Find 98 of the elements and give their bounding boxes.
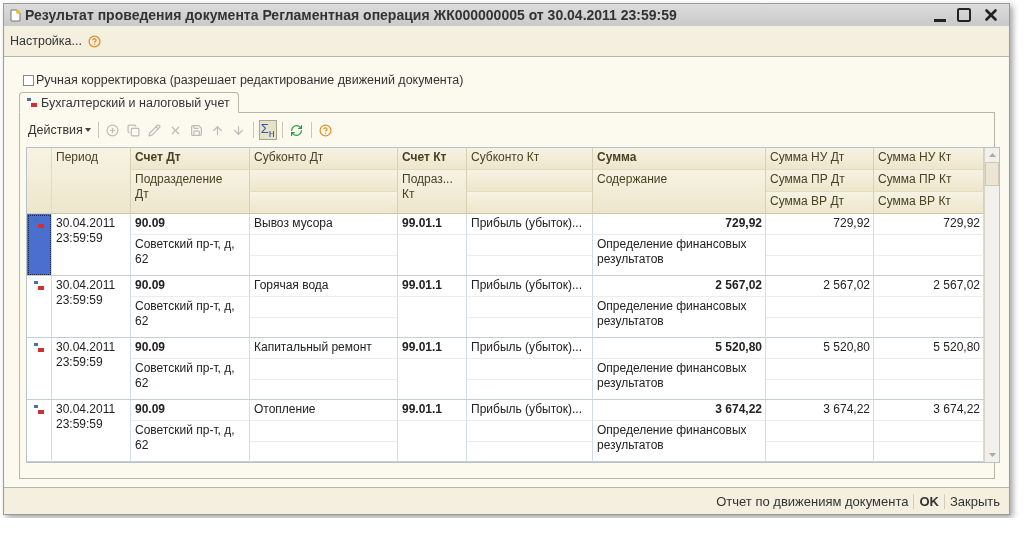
table-cell: 30.04.2011 23:59:59	[52, 276, 131, 338]
table-cell: 2 567,02	[593, 276, 766, 297]
table-cell: 3 674,22	[874, 400, 984, 421]
table-cell: Советский пр-т, д, 62	[131, 421, 250, 462]
table-cell: Определение финансовых результатов	[593, 297, 766, 338]
table-cell: Советский пр-т, д, 62	[131, 235, 250, 276]
table-cell: 2 567,02	[766, 276, 874, 297]
row-marker[interactable]	[27, 276, 52, 338]
table-cell: Определение финансовых результатов	[593, 421, 766, 462]
minimize-icon	[934, 18, 946, 22]
tab[interactable]: Бухгалтерский и налоговый учет	[19, 92, 239, 113]
table-cell: Прибыль (убыток)...	[467, 338, 593, 359]
table-cell: 90.09	[131, 400, 250, 421]
actions-menu[interactable]: Действия	[26, 123, 93, 137]
column-header: Содержание	[593, 170, 766, 214]
table-cell: 5 520,80	[766, 338, 874, 359]
window-title: Результат проведения документа Регламентная операция ЖК000000005 от 30.04.2011 23:59:59	[25, 7, 678, 23]
sum-toggle[interactable]: Σ$_{н}$	[258, 120, 277, 140]
maximize-button[interactable]	[956, 7, 972, 23]
checkbox-label: Ручная корректировка (разрешает редактирование движений документа)	[36, 73, 464, 87]
column-header: Сумма ВР Дт	[766, 192, 874, 214]
scroll-thumb[interactable]	[985, 162, 999, 186]
column-header: Сумма НУ Дт	[766, 148, 874, 170]
debit-credit-icon	[33, 218, 45, 229]
table-cell: 99.01.1	[398, 400, 467, 421]
table-cell: Капитальный ремонт	[250, 338, 398, 359]
copy-icon	[127, 123, 141, 137]
up-arrow-icon[interactable]	[988, 153, 996, 157]
footer-button[interactable]: OK	[913, 493, 944, 509]
debit-credit-icon	[33, 404, 45, 415]
checkbox[interactable]	[23, 74, 34, 86]
table-cell: Горячая вода	[250, 276, 398, 297]
footer-button[interactable]: Отчет по движениям документа	[711, 493, 914, 509]
help-icon	[319, 123, 333, 137]
table-cell: Отопление	[250, 400, 398, 421]
column-header: Подразделение Дт	[131, 170, 250, 214]
caret-icon	[84, 128, 91, 132]
help-icon[interactable]	[87, 34, 101, 48]
table-cell: Прибыль (убыток)...	[467, 400, 593, 421]
row-marker[interactable]	[27, 338, 52, 400]
table-cell: 90.09	[131, 276, 250, 297]
scrollbar[interactable]	[984, 148, 999, 462]
table-cell: 5 520,80	[874, 338, 984, 359]
refresh-icon	[290, 123, 304, 137]
table-cell: Определение финансовых результатов	[593, 235, 766, 276]
debit-credit-icon	[33, 342, 45, 353]
column-header: Сумма	[593, 148, 766, 170]
down-arrow-icon	[232, 123, 246, 137]
table-cell: Советский пр-т, д, 62	[131, 297, 250, 338]
save-icon	[190, 123, 204, 137]
table-cell: 90.09	[131, 214, 250, 235]
table-cell: 3 674,22	[766, 400, 874, 421]
table-cell: 729,92	[874, 214, 984, 235]
settings-link[interactable]: Настройка...	[10, 34, 82, 48]
column-header: Счет Дт	[131, 148, 250, 170]
close-button[interactable]	[982, 6, 1000, 24]
debit-credit-icon	[33, 280, 45, 291]
table-cell: 90.09	[131, 338, 250, 359]
table-cell: 5 520,80	[593, 338, 766, 359]
table-cell: 30.04.2011 23:59:59	[52, 400, 131, 462]
table-cell: 729,92	[593, 214, 766, 235]
table-cell: Определение финансовых результатов	[593, 359, 766, 400]
table-cell: 99.01.1	[398, 338, 467, 359]
header-corner	[27, 148, 52, 214]
table-cell: 3 674,22	[593, 400, 766, 421]
pencil-icon	[148, 123, 162, 137]
column-header: Сумма ПР Дт	[766, 170, 874, 192]
close-icon	[982, 6, 1000, 24]
table-cell: Советский пр-т, д, 62	[131, 359, 250, 400]
table-cell: 99.01.1	[398, 214, 467, 235]
empty-cell	[398, 297, 467, 338]
column-header: Сумма ПР Кт	[874, 170, 984, 192]
empty-cell	[398, 235, 467, 276]
row-marker[interactable]	[27, 400, 52, 462]
footer-button[interactable]: Закрыть	[943, 493, 1005, 509]
column-header: Сумма НУ Кт	[874, 148, 984, 170]
column-header: Сумма ВР Кт	[874, 192, 984, 214]
empty-cell	[398, 359, 467, 400]
up-arrow-icon	[211, 123, 225, 137]
row-marker[interactable]	[27, 214, 52, 276]
table-cell: 99.01.1	[398, 276, 467, 297]
column-header: Счет Кт	[398, 148, 467, 170]
table-cell: 729,92	[766, 214, 874, 235]
table-cell: Вывоз мусора	[250, 214, 398, 235]
column-header: Субконто Кт	[467, 148, 593, 170]
column-header: Подраз... Кт	[398, 170, 467, 214]
table-cell: Прибыль (убыток)...	[467, 214, 593, 235]
down-arrow-icon[interactable]	[988, 453, 996, 457]
table-cell: Прибыль (убыток)...	[467, 276, 593, 297]
maximize-icon	[956, 7, 972, 23]
document-icon	[10, 8, 21, 22]
column-header: Период	[52, 148, 131, 214]
add-icon	[106, 123, 120, 137]
table-cell: 2 567,02	[874, 276, 984, 297]
column-header: Субконто Дт	[250, 148, 398, 170]
table-cell: 30.04.2011 23:59:59	[52, 214, 131, 276]
table-cell: 30.04.2011 23:59:59	[52, 338, 131, 400]
debit-credit-icon	[26, 97, 38, 108]
